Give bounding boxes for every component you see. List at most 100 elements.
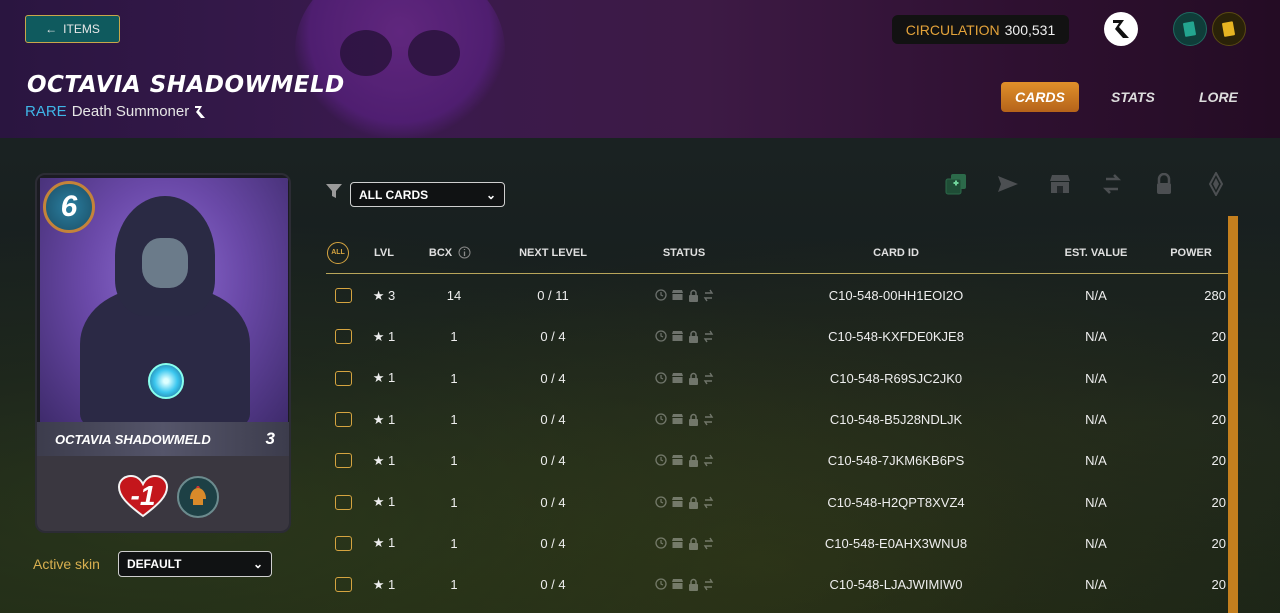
row-level: ★ 1: [372, 494, 396, 510]
tab-cards[interactable]: CARDS: [1001, 82, 1079, 112]
lock-icon: [688, 413, 698, 427]
row-checkbox[interactable]: [334, 453, 352, 469]
table-scrollbar[interactable]: [1228, 216, 1238, 613]
page-title: OCTAVIA SHADOWMELD: [27, 72, 345, 98]
row-card-id[interactable]: C10-548-LJAJWIMIW0: [796, 564, 996, 605]
table-row[interactable]: ★ 1 1 0 / 4 C10-548-LJAJWIMIW0 N/A 20: [326, 564, 1228, 605]
row-status: [634, 275, 734, 316]
transfer-icon: [703, 496, 713, 509]
row-level: ★ 1: [372, 328, 396, 344]
row-status: [634, 564, 734, 605]
row-checkbox[interactable]: [334, 494, 352, 510]
row-level: ★ 3: [372, 287, 396, 303]
lock-icon: [688, 537, 698, 550]
lock-icon[interactable]: [1138, 170, 1190, 198]
table-row[interactable]: ★ 1 1 0 / 4 C10-548-KXFDE0KJE8 N/A 20: [326, 316, 1228, 357]
row-checkbox[interactable]: [334, 535, 352, 551]
lock-icon: [688, 496, 698, 509]
header-lvl[interactable]: LVL: [366, 232, 402, 273]
row-status: [634, 316, 734, 357]
row-power: 20: [1211, 329, 1226, 345]
row-next-level: 0 / 4: [540, 370, 566, 386]
row-checkbox[interactable]: [334, 370, 352, 386]
lock-icon: [688, 578, 698, 592]
status-icons: [654, 578, 714, 592]
header-bcx-cell[interactable]: BCX: [422, 232, 478, 273]
death-skull-background: [295, 0, 505, 138]
header-power[interactable]: POWER: [1156, 232, 1226, 273]
card-name: OCTAVIA SHADOWMELD: [55, 431, 211, 447]
row-est-value: N/A: [1085, 288, 1107, 304]
row-checkbox[interactable]: [334, 329, 352, 345]
row-level: ★ 1: [372, 535, 396, 551]
row-card-id[interactable]: C10-548-H2QPT8XVZ4: [796, 481, 996, 522]
table-row[interactable]: ★ 1 1 0 / 4 C10-548-R69SJC2JK0 N/A 20: [326, 358, 1228, 399]
row-est-value: N/A: [1085, 370, 1107, 386]
status-icons: [654, 413, 714, 427]
clock-icon: [654, 289, 667, 301]
row-card-id[interactable]: C10-548-B5J28NDLJK: [796, 399, 996, 440]
row-est-value: N/A: [1085, 412, 1107, 428]
splinterlands-logo-icon[interactable]: [1104, 12, 1138, 46]
row-card-id[interactable]: C10-548-7JKM6KB6PS: [796, 440, 996, 481]
table-row[interactable]: ★ 3 14 0 / 11 C10-548-00HH1EOI2O N/A 280: [326, 275, 1228, 316]
rarity-label: RARE: [25, 103, 67, 120]
row-card-id[interactable]: C10-548-KXFDE0KJE8: [796, 316, 996, 357]
row-next-level: 0 / 4: [540, 453, 566, 469]
active-skin-select[interactable]: DEFAULT ⌄: [118, 551, 272, 577]
row-est-value: N/A: [1085, 494, 1107, 510]
clock-icon: [654, 372, 667, 384]
info-icon[interactable]: [458, 246, 471, 259]
lock-icon: [688, 289, 698, 303]
header-status[interactable]: STATUS: [634, 232, 734, 273]
transfer-icon: [703, 413, 713, 426]
market-icon[interactable]: [1034, 170, 1086, 198]
send-icon[interactable]: [982, 170, 1034, 198]
active-skin-label: Active skin: [33, 556, 100, 572]
row-checkbox[interactable]: [334, 577, 352, 593]
table-row[interactable]: ★ 1 1 0 / 4 C10-548-7JKM6KB6PS N/A 20: [326, 440, 1228, 481]
card-filter-select[interactable]: ALL CARDS ⌄: [350, 182, 505, 207]
row-checkbox[interactable]: [334, 288, 352, 304]
market-icon: [671, 414, 683, 425]
row-select-cell: [334, 358, 352, 399]
row-card-id[interactable]: C10-548-E0AHX3WNU8: [796, 523, 996, 564]
header-card-id[interactable]: CARD ID: [796, 232, 996, 273]
back-to-items-button[interactable]: ← ITEMS: [25, 15, 120, 43]
tab-stats[interactable]: STATS: [1097, 82, 1169, 112]
row-power: 20: [1211, 494, 1226, 510]
card-pack-icon[interactable]: [1173, 12, 1207, 46]
row-card-id[interactable]: C10-548-R69SJC2JK0: [796, 358, 996, 399]
row-select-cell: [334, 275, 352, 316]
active-skin-value: DEFAULT: [127, 557, 182, 571]
row-checkbox[interactable]: [334, 412, 352, 428]
row-next-level: 0 / 4: [540, 535, 566, 551]
back-button-label: ITEMS: [63, 22, 100, 36]
page-header: ← ITEMS OCTAVIA SHADOWMELD RARE Death Su…: [0, 0, 1280, 138]
market-icon: [671, 455, 683, 466]
transfer-icon[interactable]: [1086, 170, 1138, 198]
row-est-value: N/A: [1085, 535, 1107, 551]
table-row[interactable]: ★ 1 1 0 / 4 C10-548-E0AHX3WNU8 N/A 20: [326, 523, 1228, 564]
select-all-button[interactable]: ALL: [327, 241, 349, 264]
status-icons: [654, 330, 714, 344]
card-art-orb: [148, 363, 184, 399]
row-est-value: N/A: [1085, 329, 1107, 345]
market-icon: [671, 496, 683, 507]
row-level: ★ 1: [372, 411, 396, 427]
transfer-icon: [703, 537, 713, 550]
header-next-level[interactable]: NEXT LEVEL: [503, 232, 603, 273]
burn-icon[interactable]: [1190, 170, 1242, 198]
header-bcx: BCX: [428, 246, 453, 259]
gold-card-icon[interactable]: [1212, 12, 1246, 46]
row-power: 20: [1211, 577, 1226, 593]
clock-icon: [654, 537, 667, 549]
row-select-cell: [334, 523, 352, 564]
tab-lore[interactable]: LORE: [1185, 82, 1252, 112]
table-row[interactable]: ★ 1 1 0 / 4 C10-548-H2QPT8XVZ4 N/A 20: [326, 481, 1228, 522]
combine-icon[interactable]: [930, 170, 982, 198]
table-row[interactable]: ★ 1 1 0 / 4 C10-548-B5J28NDLJK N/A 20: [326, 399, 1228, 440]
row-card-id[interactable]: C10-548-00HH1EOI2O: [796, 275, 996, 316]
status-icons: [654, 372, 714, 385]
header-est-value[interactable]: EST. VALUE: [1046, 232, 1146, 273]
